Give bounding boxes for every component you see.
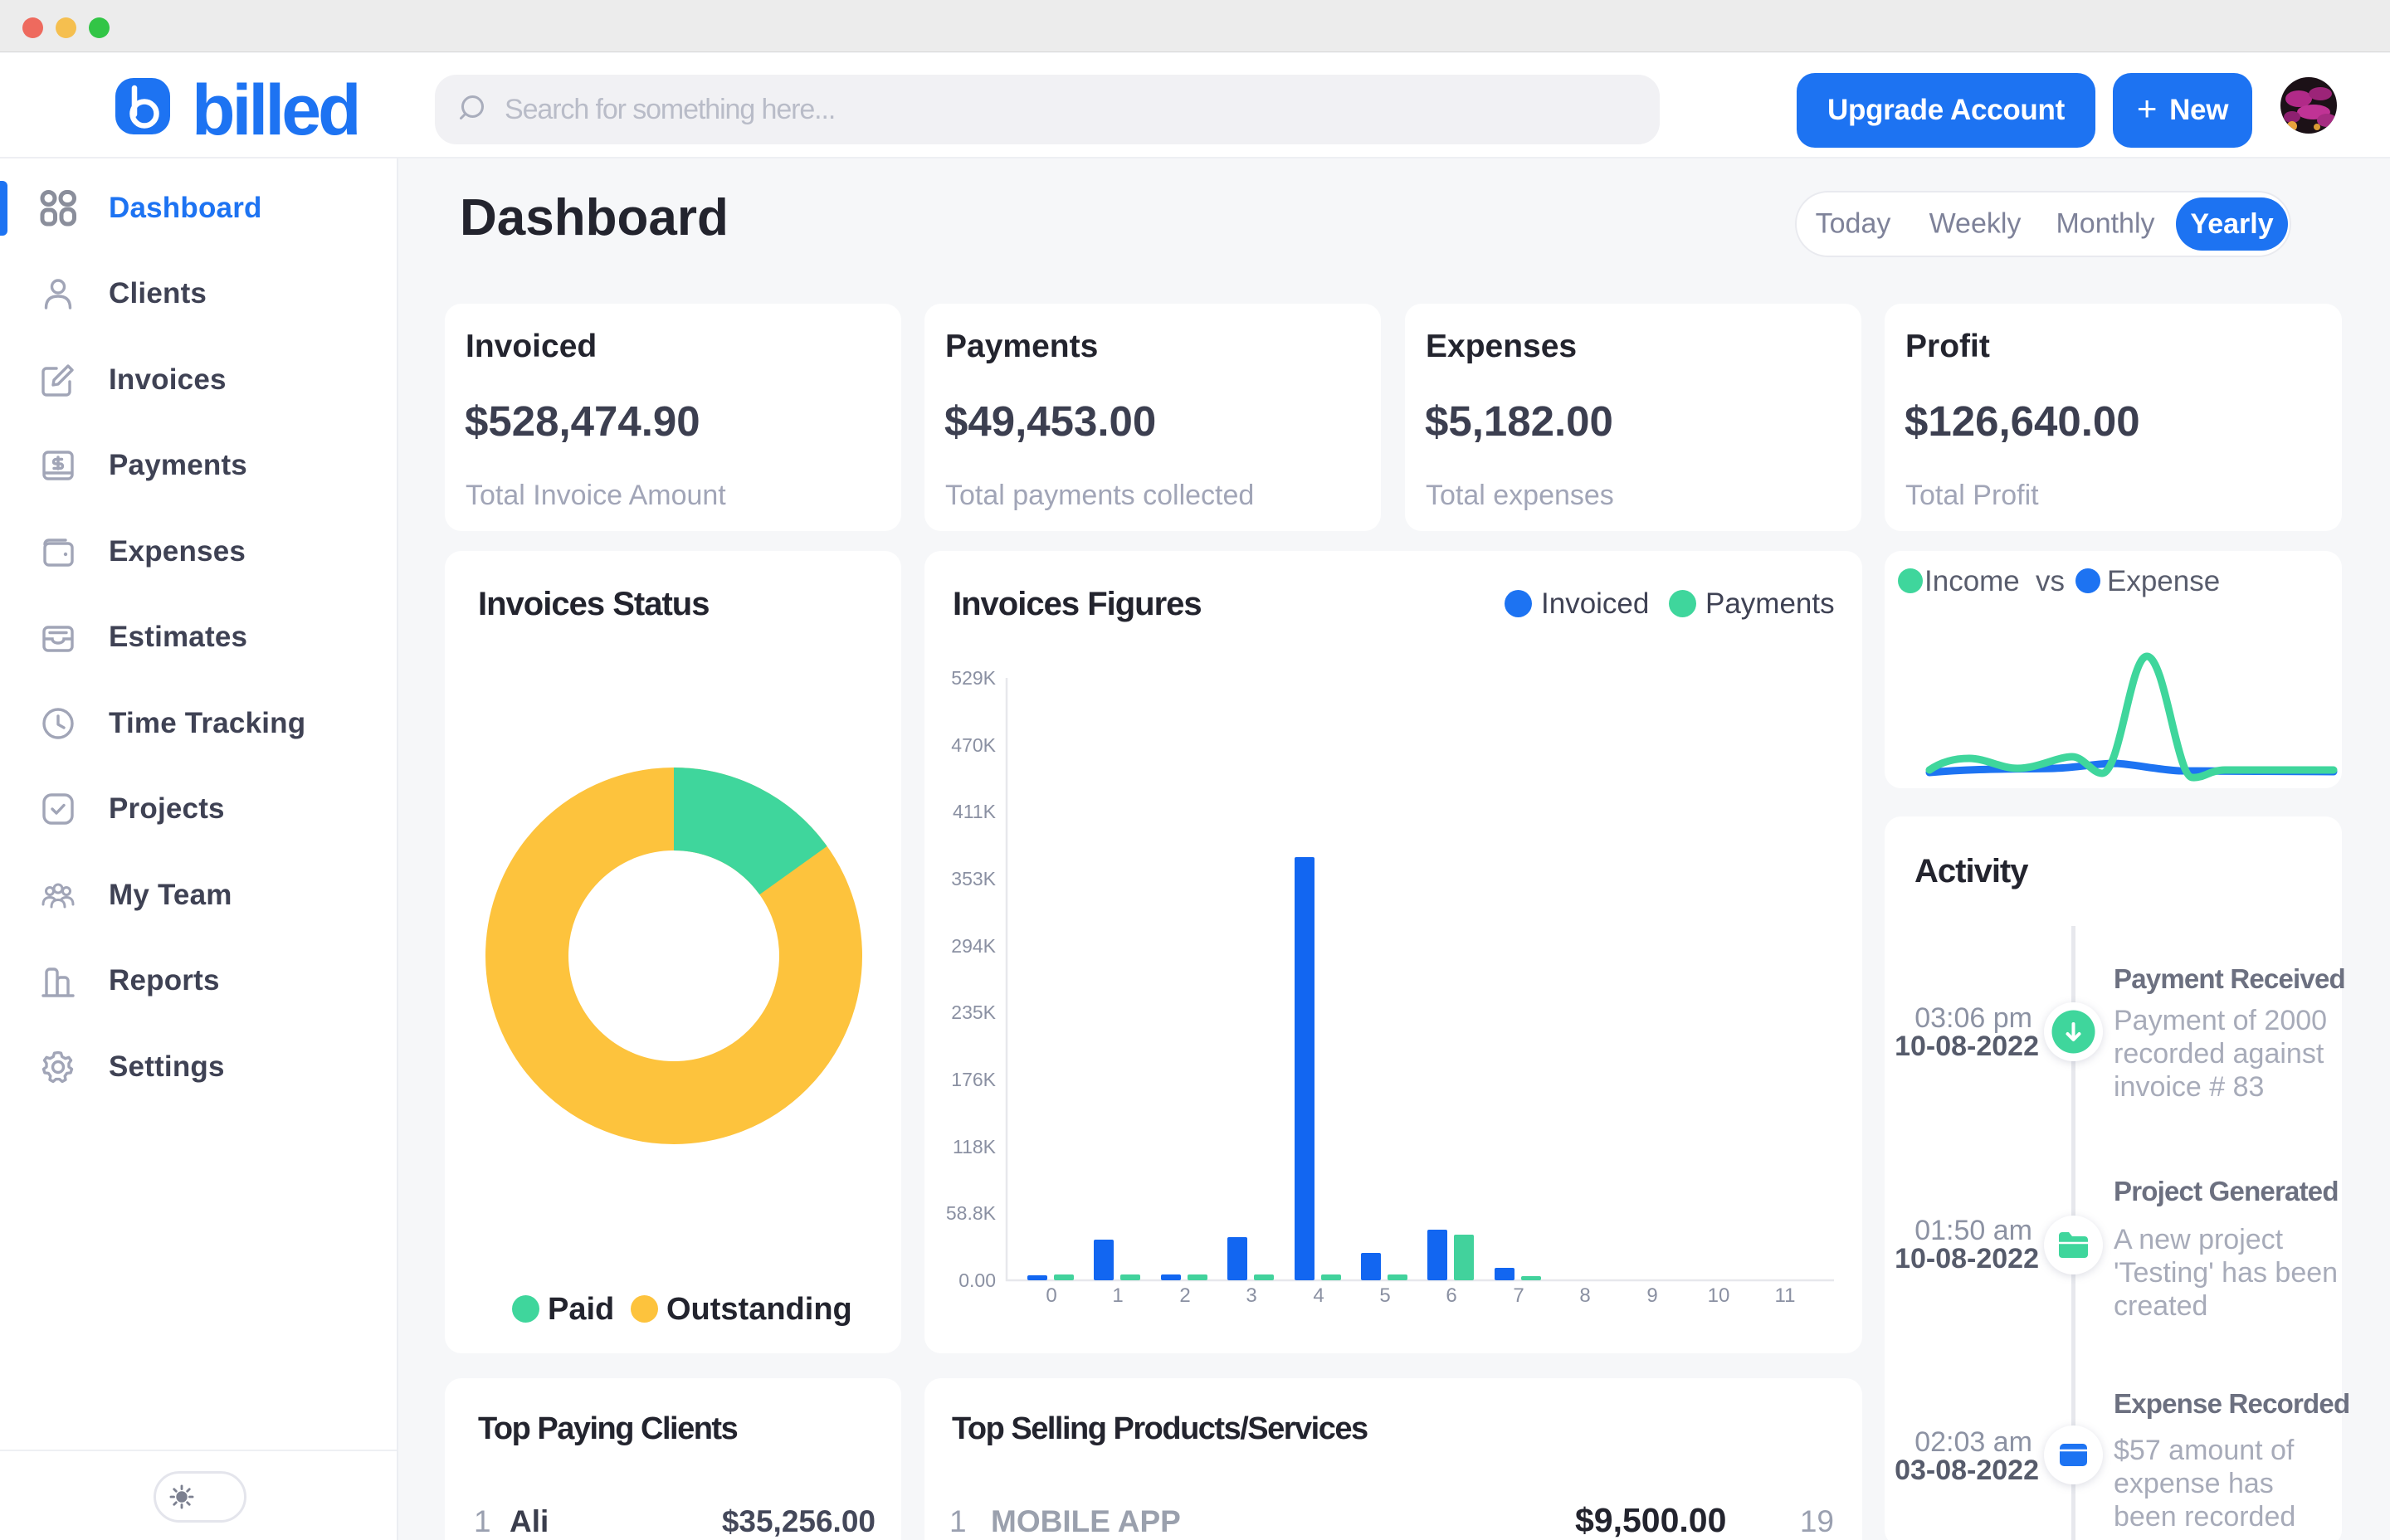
svg-text:470K: 470K (951, 734, 996, 756)
svg-text:7: 7 (1513, 1284, 1524, 1307)
svg-text:0: 0 (1046, 1284, 1056, 1307)
svg-text:3: 3 (1246, 1284, 1256, 1307)
svg-text:58.8K: 58.8K (946, 1202, 997, 1224)
svg-text:11: 11 (1775, 1284, 1796, 1307)
svg-text:5: 5 (1379, 1284, 1390, 1307)
svg-text:118K: 118K (953, 1136, 997, 1157)
svg-text:8: 8 (1579, 1284, 1590, 1307)
svg-text:0.00: 0.00 (958, 1270, 996, 1291)
svg-text:4: 4 (1313, 1284, 1324, 1307)
svg-text:411K: 411K (953, 801, 997, 822)
svg-text:2: 2 (1179, 1284, 1190, 1307)
svg-text:6: 6 (1446, 1284, 1456, 1307)
svg-text:353K: 353K (951, 868, 996, 889)
svg-text:10: 10 (1708, 1284, 1730, 1307)
svg-text:1: 1 (1112, 1284, 1123, 1307)
svg-text:529K: 529K (951, 667, 996, 689)
svg-text:9: 9 (1646, 1284, 1657, 1307)
svg-text:235K: 235K (951, 1001, 996, 1023)
svg-text:294K: 294K (951, 935, 996, 957)
svg-text:176K: 176K (951, 1069, 996, 1090)
